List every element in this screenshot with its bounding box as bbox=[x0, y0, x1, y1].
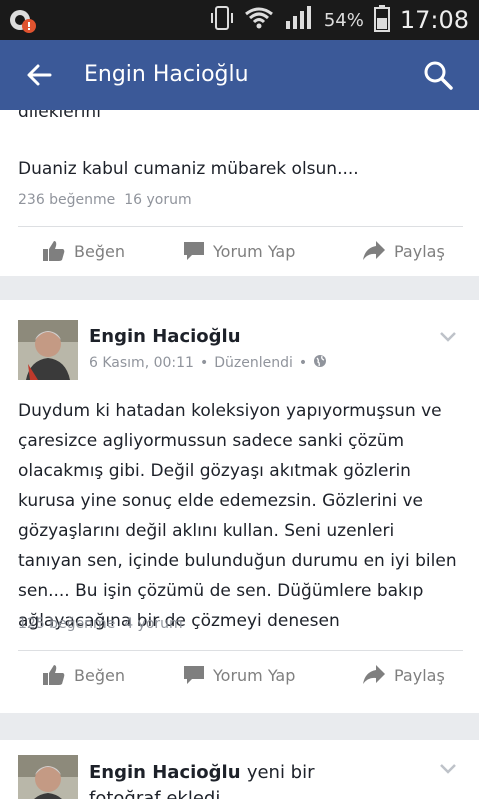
separator-dot: • bbox=[298, 355, 308, 371]
comment-count[interactable]: 4 yorum bbox=[124, 616, 182, 632]
share-icon bbox=[362, 664, 386, 686]
signal-icon bbox=[284, 5, 314, 35]
comment-icon bbox=[183, 240, 205, 262]
like-count[interactable]: 236 beğenme bbox=[18, 192, 115, 208]
like-label: Beğen bbox=[74, 241, 125, 261]
post-header: Engin Hacioğlu yeni bir fotoğraf ekledi. bbox=[89, 760, 389, 799]
like-button[interactable]: Beğen bbox=[42, 652, 125, 698]
share-label: Paylaş bbox=[394, 665, 445, 685]
comment-button[interactable]: Yorum Yap bbox=[183, 228, 295, 274]
chevron-down-icon[interactable] bbox=[439, 760, 457, 774]
like-button[interactable]: Beğen bbox=[42, 228, 125, 274]
notification-icon bbox=[8, 6, 38, 34]
edited-label[interactable]: Düzenlendi bbox=[214, 355, 293, 371]
battery-icon bbox=[373, 4, 390, 36]
globe-icon bbox=[313, 354, 327, 372]
share-label: Paylaş bbox=[394, 241, 445, 261]
post-meta: 6 Kasım, 00:11 • Düzenlendi • bbox=[89, 354, 327, 372]
comment-label: Yorum Yap bbox=[213, 665, 296, 685]
divider bbox=[18, 650, 463, 651]
vibrate-icon bbox=[210, 4, 234, 36]
post-card: Engin Hacioğlu 6 Kasım, 00:11 • Düzenlen… bbox=[0, 300, 479, 713]
post-text-clipped: dileklerini bbox=[18, 110, 101, 122]
post-text: Duaniz kabul cumaniz mübarek olsun.... bbox=[18, 159, 359, 179]
thumbs-up-icon bbox=[42, 664, 66, 686]
post-actions: Beğen Yorum Yap Paylaş bbox=[0, 652, 479, 698]
post-author[interactable]: Engin Hacioğlu bbox=[89, 326, 241, 347]
page-title: Engin Hacioğlu bbox=[84, 62, 249, 87]
post-text: Duydum ki hatadan koleksiyon yapıyormuşs… bbox=[18, 401, 457, 631]
comment-icon bbox=[183, 664, 205, 686]
post-card: Engin Hacioğlu yeni bir fotoğraf ekledi. bbox=[0, 740, 479, 799]
share-button[interactable]: Paylaş bbox=[362, 228, 445, 274]
like-label: Beğen bbox=[74, 665, 125, 685]
thumbs-up-icon bbox=[42, 240, 66, 262]
post-stats[interactable]: 236 beğenme 16 yorum bbox=[18, 192, 192, 208]
comment-count[interactable]: 16 yorum bbox=[124, 192, 191, 208]
app-bar: Engin Hacioğlu bbox=[0, 40, 479, 110]
post-actions: Beğen Yorum Yap Paylaş bbox=[0, 228, 479, 274]
chevron-down-icon[interactable] bbox=[439, 328, 457, 342]
separator-dot: • bbox=[199, 355, 209, 371]
comment-label: Yorum Yap bbox=[213, 241, 296, 261]
divider bbox=[18, 226, 463, 227]
wifi-icon bbox=[244, 6, 274, 34]
feed: dileklerini Duaniz kabul cumaniz mübarek… bbox=[0, 110, 479, 799]
like-count[interactable]: 125 beğenme bbox=[18, 616, 115, 632]
share-button[interactable]: Paylaş bbox=[362, 652, 445, 698]
share-icon bbox=[362, 240, 386, 262]
post-stats[interactable]: 125 beğenme 4 yorum bbox=[18, 616, 183, 632]
comment-button[interactable]: Yorum Yap bbox=[183, 652, 295, 698]
post-card: dileklerini Duaniz kabul cumaniz mübarek… bbox=[0, 110, 479, 276]
avatar[interactable] bbox=[18, 320, 78, 380]
battery-percent: 54% bbox=[323, 9, 364, 31]
back-arrow-icon[interactable] bbox=[24, 60, 54, 90]
post-author[interactable]: Engin Hacioğlu bbox=[89, 762, 241, 783]
clock: 17:08 bbox=[399, 6, 469, 34]
post-date[interactable]: 6 Kasım, 00:11 bbox=[89, 355, 194, 371]
avatar[interactable] bbox=[18, 755, 78, 799]
status-bar: 54% 17:08 bbox=[0, 0, 479, 40]
search-icon[interactable] bbox=[421, 58, 455, 92]
